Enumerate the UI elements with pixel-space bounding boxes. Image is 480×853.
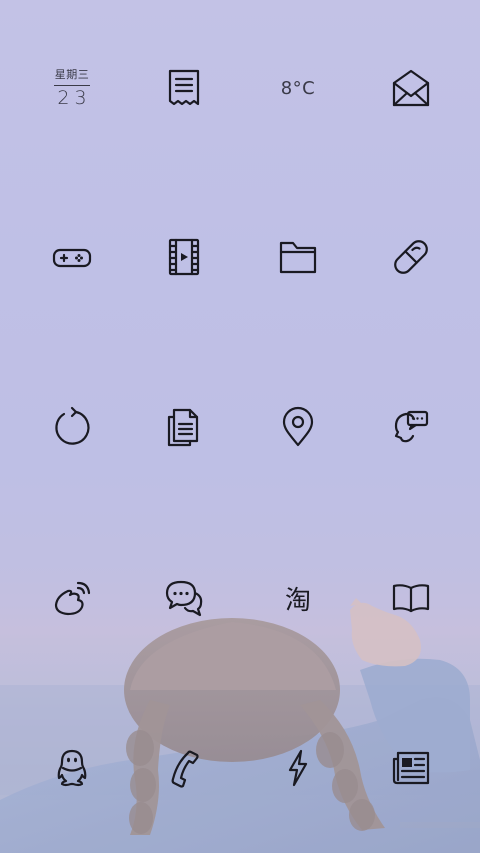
pill-icon: [394, 240, 428, 274]
location-pin-icon: [282, 406, 314, 447]
news-app[interactable]: [376, 733, 446, 803]
calendar-divider: [54, 85, 90, 86]
documents-icon: [167, 408, 199, 447]
refresh-app[interactable]: [37, 392, 107, 462]
chat-bubbles-icon: [165, 580, 203, 617]
mail-icon: [392, 69, 430, 107]
weibo-app[interactable]: [37, 563, 107, 633]
reader-app[interactable]: [376, 563, 446, 633]
news-icon: [392, 751, 430, 785]
refresh-icon: [55, 406, 90, 445]
book-icon: [392, 584, 430, 613]
home-screen: 星期三 23 8°C 淘: [0, 0, 480, 853]
video-app[interactable]: [149, 222, 219, 292]
calendar-display: 星期三 23: [52, 68, 91, 108]
documents-app[interactable]: [149, 392, 219, 462]
weather-temperature: 8°C: [280, 77, 316, 99]
calendar-widget[interactable]: 星期三 23: [37, 53, 107, 123]
app-grid: 星期三 23 8°C 淘: [0, 0, 480, 853]
weather-widget[interactable]: 8°C: [263, 53, 333, 123]
health-app[interactable]: [376, 222, 446, 292]
taobao-app[interactable]: 淘: [263, 563, 333, 633]
film-icon: [168, 238, 200, 276]
receipt-app[interactable]: [149, 53, 219, 123]
receipt-icon: [168, 69, 200, 106]
lightning-icon: [288, 749, 308, 787]
mail-app[interactable]: [376, 53, 446, 123]
taobao-icon: 淘: [284, 585, 311, 616]
calendar-weekday: 星期三: [54, 68, 90, 81]
files-app[interactable]: [263, 222, 333, 292]
gamepad-icon: [52, 248, 92, 268]
weibo-icon: [54, 581, 91, 616]
chat-app[interactable]: [149, 563, 219, 633]
maps-app[interactable]: [263, 392, 333, 462]
calendar-date: 23: [57, 87, 92, 109]
chat-head-icon: [394, 410, 429, 443]
qq-penguin-icon: [57, 749, 87, 787]
phone-icon: [171, 750, 199, 788]
qq-app[interactable]: [37, 733, 107, 803]
social-chat-app[interactable]: [376, 392, 446, 462]
game-app[interactable]: [37, 222, 107, 292]
flashlight-app[interactable]: [263, 733, 333, 803]
folder-icon: [279, 241, 317, 274]
phone-app[interactable]: [149, 733, 219, 803]
